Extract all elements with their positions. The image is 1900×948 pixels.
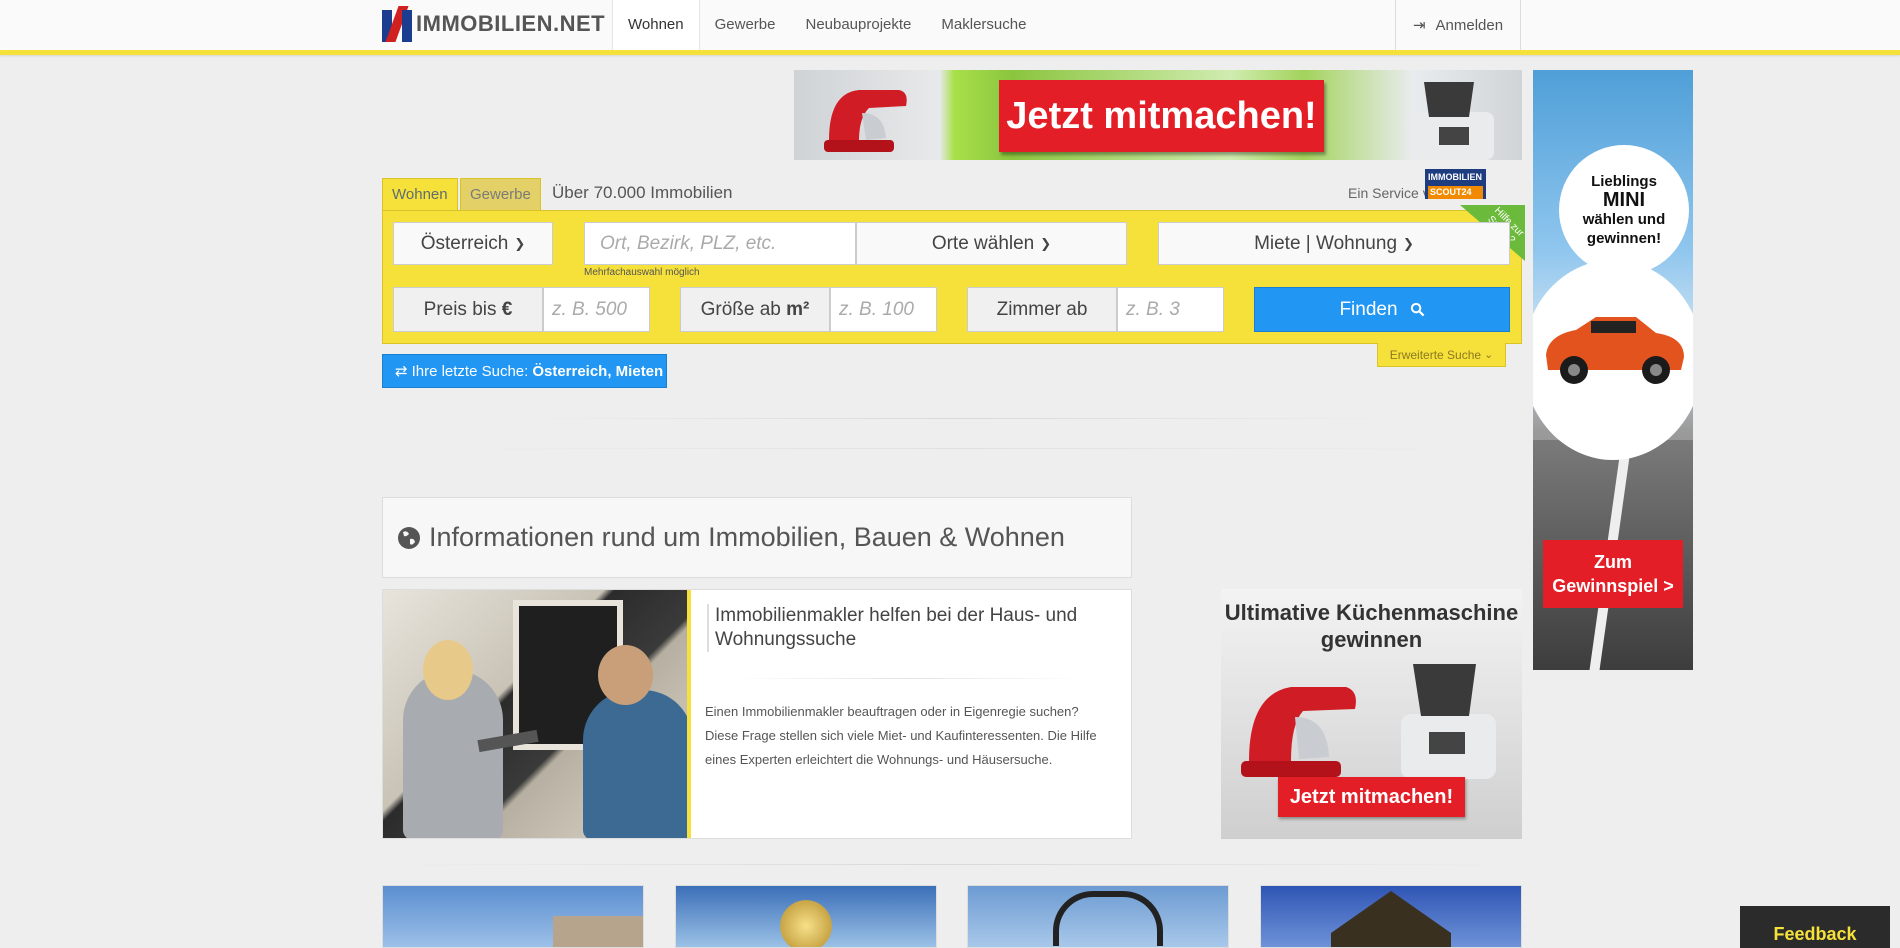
- kitchen-ad-title: Ultimative Küchenmaschine gewinnen: [1224, 600, 1519, 652]
- teaser-image-2[interactable]: [675, 885, 937, 948]
- chevron-down-icon: ⌄: [1484, 349, 1494, 361]
- teaser-image-4[interactable]: [1260, 885, 1522, 948]
- divider: [450, 448, 1470, 449]
- chevron-down-icon: ❯: [1403, 235, 1414, 251]
- search-icon: [1410, 302, 1424, 317]
- article-text: Einen Immobilienmakler beauftragen oder …: [705, 704, 1097, 767]
- top-navbar: IMMOBILIEN.NET Wohnen Gewerbe Neubauproj…: [0, 0, 1900, 55]
- article-title[interactable]: Immobilienmakler helfen bei der Haus- un…: [707, 604, 1107, 652]
- listing-count: Über 70.000 Immobilien: [552, 183, 733, 202]
- logo-text: IMMOBILIEN.NET: [416, 11, 606, 36]
- rooms-label: Zimmer ab: [967, 287, 1117, 332]
- thermomix-image: [1414, 82, 1494, 160]
- property-type-select[interactable]: Miete | Wohnung ❯: [1158, 222, 1510, 265]
- divider: [382, 864, 1522, 865]
- divider: [520, 418, 1400, 419]
- top-banner-cta[interactable]: Jetzt mitmachen!: [999, 80, 1324, 152]
- location-hint: Mehrfachauswahl möglich: [584, 267, 700, 278]
- find-button[interactable]: Finden: [1254, 287, 1510, 332]
- chevron-down-icon: ❯: [514, 235, 526, 251]
- rooms-input[interactable]: z. B. 3: [1117, 287, 1224, 332]
- feedback-button[interactable]: Feedback: [1740, 906, 1890, 948]
- places-select-button[interactable]: Orte wählen ❯: [856, 222, 1127, 265]
- main-nav: Wohnen Gewerbe Neubauprojekte Maklersuch…: [612, 0, 1041, 50]
- article-photo: [383, 590, 691, 838]
- logo-mark-icon: [382, 6, 412, 42]
- thermomix-image: [1401, 664, 1496, 779]
- login-button[interactable]: ⇥ Anmelden: [1395, 0, 1521, 50]
- globe-icon: [398, 526, 420, 549]
- side-banner-headline: Lieblings MINI wählen und gewinnen!: [1559, 145, 1689, 275]
- site-logo[interactable]: IMMOBILIEN.NET: [382, 6, 605, 42]
- mini-car-image: [1546, 317, 1684, 384]
- size-input[interactable]: z. B. 100: [830, 287, 937, 332]
- info-section-heading: Informationen rund um Immobilien, Bauen …: [382, 497, 1132, 578]
- side-banner-ad[interactable]: Lieblings MINI wählen und gewinnen! Zum …: [1533, 70, 1693, 670]
- immobilienscout24-logo[interactable]: IMMOBILIEN SCOUT24: [1425, 169, 1486, 199]
- teaser-image-1[interactable]: [382, 885, 644, 948]
- sign-in-icon: ⇥: [1412, 17, 1426, 34]
- nav-item-maklersuche[interactable]: Maklersuche: [926, 0, 1041, 50]
- stand-mixer-image: [1241, 687, 1356, 777]
- exchange-icon: ⇄: [395, 363, 408, 380]
- price-label: Preis bis €: [393, 287, 543, 332]
- nav-item-wohnen[interactable]: Wohnen: [612, 0, 700, 50]
- last-search-button[interactable]: ⇄ Ihre letzte Suche: Österreich, Mieten: [382, 354, 667, 388]
- country-select[interactable]: Österreich ❯: [393, 222, 553, 265]
- nav-item-gewerbe[interactable]: Gewerbe: [700, 0, 791, 50]
- location-input[interactable]: Ort, Bezirk, PLZ, etc.: [584, 222, 856, 265]
- kitchen-ad[interactable]: Ultimative Küchenmaschine gewinnen Jetzt…: [1221, 589, 1522, 839]
- stand-mixer-image: [824, 90, 907, 152]
- teaser-image-3[interactable]: [967, 885, 1229, 948]
- price-input[interactable]: z. B. 500: [543, 287, 650, 332]
- tab-wohnen[interactable]: Wohnen: [382, 178, 458, 210]
- top-banner-ad[interactable]: Jetzt mitmachen!: [794, 70, 1522, 160]
- kitchen-ad-cta[interactable]: Jetzt mitmachen!: [1278, 777, 1465, 817]
- size-label: Größe ab m²: [680, 287, 830, 332]
- login-label: Anmelden: [1435, 16, 1504, 34]
- side-banner-cta[interactable]: Zum Gewinnspiel >: [1543, 540, 1683, 608]
- chevron-down-icon: ❯: [1040, 235, 1052, 251]
- advanced-search-toggle[interactable]: Erweiterte Suche ⌄: [1377, 343, 1506, 367]
- nav-item-neubauprojekte[interactable]: Neubauprojekte: [790, 0, 926, 50]
- article-card[interactable]: Immobilienmakler helfen bei der Haus- un…: [382, 589, 1132, 839]
- tab-gewerbe[interactable]: Gewerbe: [460, 178, 541, 210]
